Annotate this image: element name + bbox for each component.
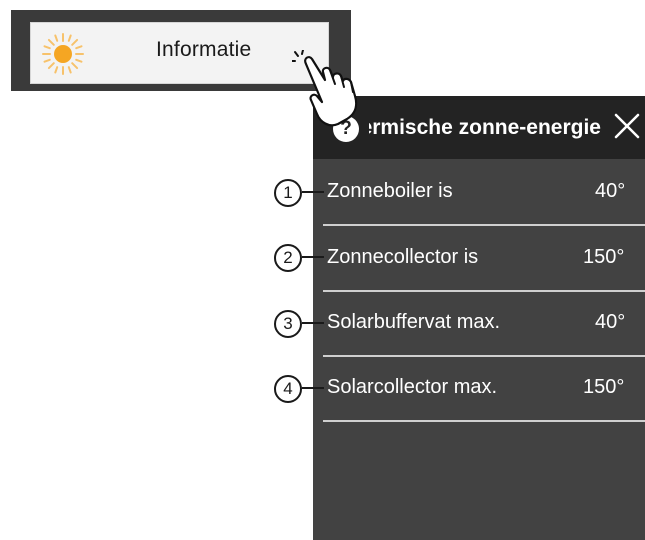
sun-icon — [42, 33, 84, 75]
row-value: 40° — [595, 180, 626, 202]
row-value: 150° — [583, 246, 625, 268]
row-label: Zonnecollector is — [327, 246, 479, 268]
list-item[interactable]: Zonneboiler is 40° — [313, 160, 645, 226]
callout-marker: 4 — [274, 375, 302, 403]
row-divider — [323, 420, 645, 422]
callout-marker: 2 — [274, 244, 302, 272]
callout-leader-line — [302, 191, 324, 193]
callout-marker: 3 — [274, 310, 302, 338]
panel-title: Thermische zonne-energie — [369, 116, 601, 139]
hand-pointer-icon — [292, 50, 358, 127]
panel-title-clip: Thermische zonne-energie — [369, 114, 601, 144]
row-label: Solarcollector max. — [327, 376, 498, 398]
callout-leader-line — [302, 387, 324, 389]
informatie-button-label: Informatie — [156, 38, 252, 61]
callout-marker: 1 — [274, 179, 302, 207]
row-value: 150° — [583, 376, 625, 398]
row-value: 40° — [595, 311, 626, 333]
info-panel: ? Thermische zonne-energie Zonneboiler i… — [313, 96, 645, 540]
screenshot-stage: Informatie ? Thermische zonne-energie Zo… — [0, 0, 645, 540]
informatie-button[interactable]: Informatie — [30, 22, 329, 84]
row-label: Solarbuffervat max. — [327, 311, 501, 333]
list-item[interactable]: Solarcollector max. 150° — [313, 356, 645, 422]
callout-leader-line — [302, 256, 324, 258]
row-label: Zonneboiler is — [327, 180, 453, 202]
close-icon[interactable] — [613, 112, 641, 140]
list-item[interactable]: Solarbuffervat max. 40° — [313, 291, 645, 357]
panel-header: ? Thermische zonne-energie — [313, 96, 645, 159]
list-item[interactable]: Zonnecollector is 150° — [313, 226, 645, 292]
callout-leader-line — [302, 322, 324, 324]
